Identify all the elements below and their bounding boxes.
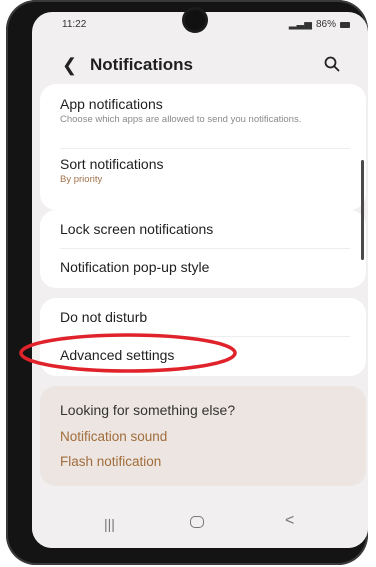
- app-notifications-subtitle: Choose which apps are allowed to send yo…: [60, 114, 302, 125]
- flash-notification-link[interactable]: Flash notification: [60, 454, 161, 469]
- scrollbar[interactable]: [361, 160, 364, 260]
- navigation-bar: ||| <: [32, 506, 368, 548]
- app-notifications-item[interactable]: App notifications Choose which apps are …: [60, 96, 350, 126]
- back-arrow-icon[interactable]: ❮: [62, 55, 78, 75]
- divider: [60, 248, 350, 249]
- battery-icon: [340, 21, 350, 28]
- advanced-settings-title: Advanced settings: [60, 347, 175, 363]
- settings-group-2: Lock screen notifications Notification p…: [40, 210, 366, 288]
- do-not-disturb-item[interactable]: Do not disturb: [60, 309, 350, 325]
- nav-back-icon[interactable]: <: [285, 512, 294, 530]
- phone-frame: 11:22 ▂▃▅ 86% ❮ Notifications App notifi…: [6, 0, 368, 565]
- battery-level: 86%: [315, 19, 336, 30]
- page-title: Notifications: [90, 55, 193, 74]
- divider: [60, 336, 350, 337]
- sort-notifications-item[interactable]: Sort notifications By priority: [60, 156, 350, 186]
- notification-popup-style-item[interactable]: Notification pop-up style: [60, 259, 350, 275]
- notification-sound-link[interactable]: Notification sound: [60, 429, 167, 444]
- status-indicators: ▂▃▅ 86%: [289, 19, 350, 30]
- settings-group-3: Do not disturb Advanced settings: [40, 298, 366, 376]
- header: ❮ Notifications: [32, 52, 368, 82]
- sort-notifications-value: By priority: [60, 174, 103, 185]
- status-time: 11:22: [62, 19, 87, 30]
- notification-popup-style-title: Notification pop-up style: [60, 259, 210, 275]
- sort-notifications-title: Sort notifications: [60, 156, 164, 172]
- lock-screen-notifications-title: Lock screen notifications: [60, 221, 214, 237]
- suggestions-panel: Looking for something else? Notification…: [40, 386, 366, 486]
- search-icon[interactable]: [323, 55, 341, 73]
- signal-icon: ▂▃▅: [288, 19, 312, 30]
- front-camera: [185, 10, 205, 30]
- recent-apps-icon[interactable]: |||: [104, 516, 115, 532]
- do-not-disturb-title: Do not disturb: [60, 309, 148, 325]
- app-notifications-title: App notifications: [60, 96, 163, 112]
- advanced-settings-item[interactable]: Advanced settings: [60, 347, 350, 363]
- settings-group-1: App notifications Choose which apps are …: [40, 84, 366, 210]
- home-icon[interactable]: [190, 516, 204, 528]
- divider: [60, 148, 350, 149]
- suggestions-title: Looking for something else?: [60, 402, 236, 418]
- screen: 11:22 ▂▃▅ 86% ❮ Notifications App notifi…: [32, 12, 368, 548]
- lock-screen-notifications-item[interactable]: Lock screen notifications: [60, 221, 350, 237]
